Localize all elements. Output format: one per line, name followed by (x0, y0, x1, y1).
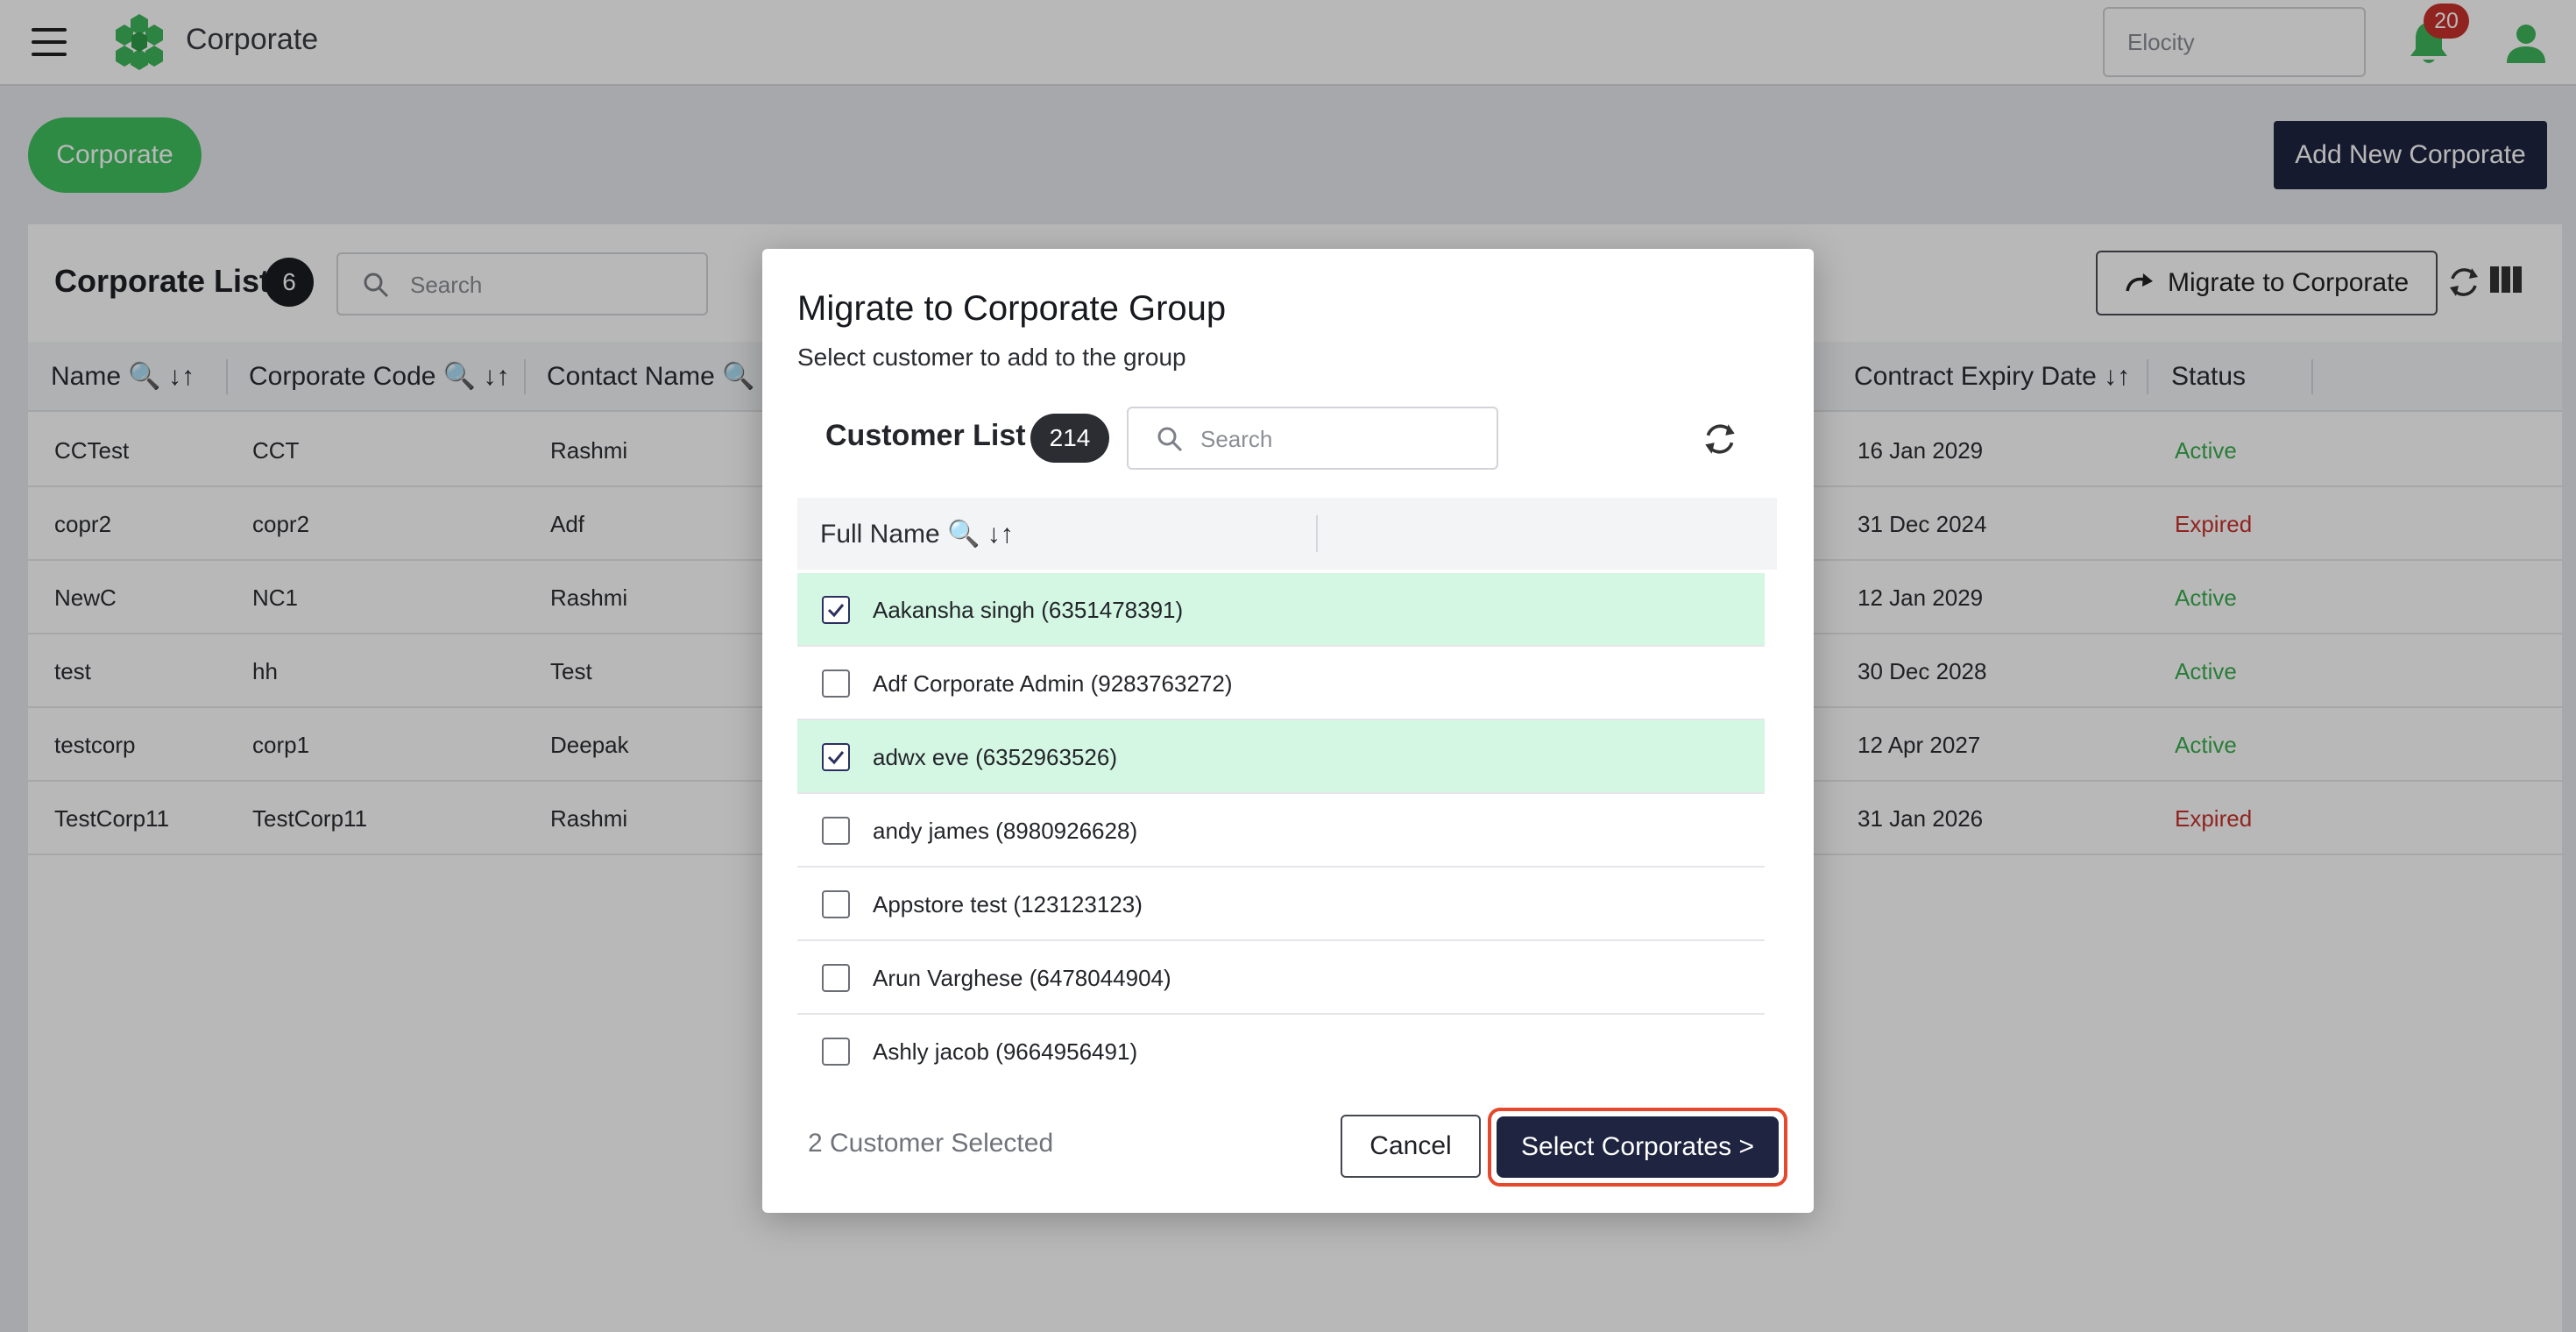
migrate-dialog: Migrate to Corporate Group Select custom… (762, 249, 1814, 1213)
select-corporates-highlight: Select Corporates > (1488, 1108, 1787, 1187)
list-item[interactable]: Appstore test (123123123) (797, 868, 1765, 941)
customer-list-title: Customer List (825, 419, 1026, 452)
search-placeholder: Search (1200, 426, 1273, 452)
customer-checkbox[interactable] (822, 964, 850, 992)
list-item[interactable]: andy james (8980926628) (797, 794, 1765, 868)
customer-name: Appstore test (123123123) (873, 891, 1143, 918)
customer-search-input[interactable]: Search (1127, 407, 1498, 470)
customer-count-badge: 214 (1030, 414, 1109, 463)
customer-name: Arun Varghese (6478044904) (873, 965, 1171, 991)
check-icon (827, 604, 845, 618)
customer-checkbox[interactable] (822, 1038, 850, 1066)
customer-table-header: Full Name 🔍 ↓↑ (797, 498, 1777, 570)
refresh-icon[interactable] (1702, 419, 1738, 459)
selected-count-text: 2 Customer Selected (808, 1129, 1054, 1158)
dialog-title: Migrate to Corporate Group (797, 289, 1227, 328)
list-item[interactable]: Aakansha singh (6351478391) (797, 573, 1765, 647)
customer-checkbox[interactable] (822, 817, 850, 845)
customer-checkbox[interactable] (822, 743, 850, 771)
customer-name: andy james (8980926628) (873, 818, 1138, 844)
list-item[interactable]: adwx eve (6352963526) (797, 720, 1765, 794)
column-header-full-name[interactable]: Full Name 🔍 ↓↑ (820, 519, 1014, 549)
list-item[interactable]: Adf Corporate Admin (9283763272) (797, 647, 1765, 720)
customer-checkbox[interactable] (822, 890, 850, 918)
column-divider (1316, 515, 1318, 552)
customer-name: adwx eve (6352963526) (873, 744, 1117, 770)
customer-checkbox[interactable] (822, 670, 850, 698)
customer-list: Aakansha singh (6351478391) Adf Corporat… (797, 573, 1777, 1073)
list-item[interactable]: Ashly jacob (9664956491) (797, 1015, 1765, 1073)
list-item[interactable]: Arun Varghese (6478044904) (797, 941, 1765, 1015)
cancel-button[interactable]: Cancel (1341, 1115, 1481, 1178)
search-icon (1157, 427, 1183, 452)
customer-name: Aakansha singh (6351478391) (873, 597, 1184, 623)
customer-checkbox[interactable] (822, 596, 850, 624)
customer-name: Adf Corporate Admin (9283763272) (873, 670, 1233, 697)
check-icon (827, 751, 845, 765)
dialog-subtitle: Select customer to add to the group (797, 344, 1186, 371)
select-corporates-button[interactable]: Select Corporates > (1497, 1116, 1779, 1178)
customer-name: Ashly jacob (9664956491) (873, 1038, 1138, 1065)
